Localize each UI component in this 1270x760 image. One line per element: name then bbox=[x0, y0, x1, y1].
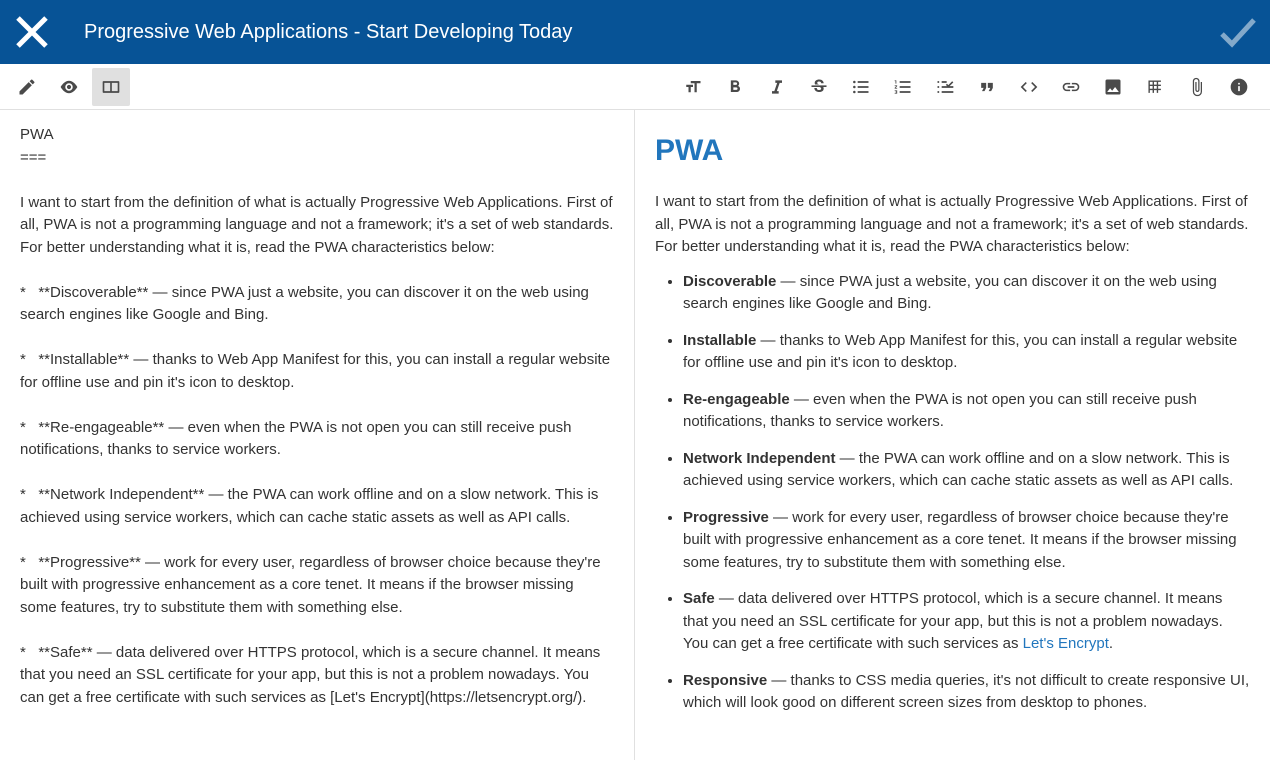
list-item: Progressive — work for every user, regar… bbox=[683, 507, 1250, 575]
split-mode-button[interactable] bbox=[92, 68, 130, 106]
markdown-source-pane[interactable]: PWA === I want to start from the definit… bbox=[0, 110, 635, 760]
page-title: Progressive Web Applications - Start Dev… bbox=[84, 21, 1214, 44]
attachment-button[interactable] bbox=[1178, 68, 1216, 106]
image-button[interactable] bbox=[1094, 68, 1132, 106]
editor-content: PWA === I want to start from the definit… bbox=[0, 110, 1270, 760]
list-item: Network Independent — the PWA can work o… bbox=[683, 448, 1250, 493]
italic-button[interactable] bbox=[758, 68, 796, 106]
preview-mode-button[interactable] bbox=[50, 68, 88, 106]
list-item: Installable — thanks to Web App Manifest… bbox=[683, 330, 1250, 375]
link[interactable]: Let's Encrypt bbox=[1023, 635, 1109, 652]
close-icon[interactable] bbox=[8, 8, 56, 56]
text-size-button[interactable] bbox=[674, 68, 712, 106]
list-item: Responsive — thanks to CSS media queries… bbox=[683, 670, 1250, 715]
save-check-icon[interactable] bbox=[1214, 8, 1262, 56]
link-button[interactable] bbox=[1052, 68, 1090, 106]
bullet-list-button[interactable] bbox=[842, 68, 880, 106]
editor-toolbar bbox=[0, 64, 1270, 110]
info-button[interactable] bbox=[1220, 68, 1258, 106]
code-button[interactable] bbox=[1010, 68, 1048, 106]
edit-mode-button[interactable] bbox=[8, 68, 46, 106]
checklist-button[interactable] bbox=[926, 68, 964, 106]
preview-heading: PWA bbox=[655, 128, 1250, 173]
quote-button[interactable] bbox=[968, 68, 1006, 106]
list-item: Discoverable — since PWA just a website,… bbox=[683, 271, 1250, 316]
top-bar: Progressive Web Applications - Start Dev… bbox=[0, 0, 1270, 64]
strikethrough-button[interactable] bbox=[800, 68, 838, 106]
list-item: Safe — data delivered over HTTPS protoco… bbox=[683, 588, 1250, 656]
bold-button[interactable] bbox=[716, 68, 754, 106]
numbered-list-button[interactable] bbox=[884, 68, 922, 106]
list-item: Re-engageable — even when the PWA is not… bbox=[683, 389, 1250, 434]
table-button[interactable] bbox=[1136, 68, 1174, 106]
preview-intro: I want to start from the definition of w… bbox=[655, 191, 1250, 259]
markdown-preview-pane: PWA I want to start from the definition … bbox=[635, 110, 1270, 760]
preview-list: Discoverable — since PWA just a website,… bbox=[655, 271, 1250, 715]
